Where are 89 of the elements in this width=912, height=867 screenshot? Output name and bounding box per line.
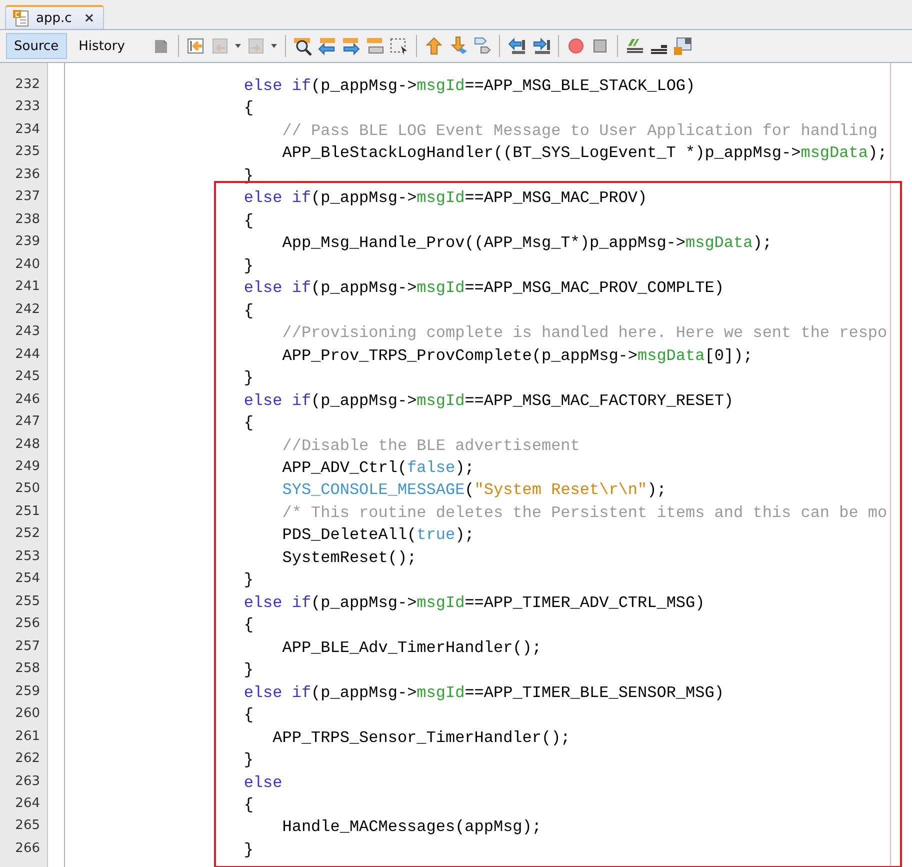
view-tab[interactable]: History	[70, 33, 133, 59]
code-line: //Provisioning complete is handled here. Here we sent the respo	[281, 324, 888, 344]
code-line: else if(p_appMsg->msgId==APP_MSG_BLE_STACK_LOG)	[242, 77, 696, 97]
code-line: }	[242, 256, 254, 277]
line-number: 238	[14, 212, 41, 229]
code-line: }	[242, 840, 254, 861]
line-number: 255	[14, 594, 41, 611]
header-file-icon[interactable]	[672, 36, 693, 56]
code-line: }	[242, 571, 254, 592]
code-line: }	[242, 369, 254, 390]
line-number: 243	[14, 324, 41, 342]
record-icon[interactable]	[566, 36, 586, 56]
view-tab[interactable]: Source	[6, 33, 67, 59]
line-number: 232	[14, 77, 41, 94]
code-line: APP_Prov_TRPS_ProvComplete(p_appMsg->msgData[0]);	[281, 346, 753, 367]
line-number: 253	[14, 548, 41, 566]
arrow-right-icon[interactable]	[340, 36, 361, 56]
line-number: 260	[14, 706, 41, 724]
line-number: 247	[14, 414, 41, 432]
line-number: 234	[14, 122, 41, 139]
code-line: else	[242, 774, 282, 794]
c-file-icon[interactable]	[12, 9, 30, 27]
code-line: APP_BLE_Adv_TimerHandler();	[281, 638, 542, 659]
line-number: 252	[14, 526, 41, 544]
code-line: APP_TRPS_Sensor_TimerHandler();	[272, 728, 570, 749]
code-line: APP_BleStackLogHandler((BT_SYS_LogEvent_T *)p_appMsg->msgData);	[281, 144, 888, 164]
line-number: 246	[14, 392, 41, 409]
search-icon[interactable]	[292, 36, 313, 56]
code-line: {	[242, 706, 254, 726]
code-line: else if(p_appMsg->msgId==APP_MSG_MAC_PROV_COMPLTE)	[242, 279, 724, 300]
line-number: 239	[14, 234, 41, 252]
line-number: 263	[14, 774, 41, 791]
code-line: {	[242, 302, 254, 322]
code-line: SYS_CONSOLE_MESSAGE("System Reset\r\n");	[281, 481, 666, 502]
code-line: {	[242, 212, 254, 232]
line-number: 259	[14, 684, 41, 701]
dropdown-caret-icon[interactable]	[270, 42, 278, 50]
code-line: APP_ADV_Ctrl(false);	[281, 458, 474, 479]
code-line: {	[242, 99, 254, 120]
code-line: Handle_MACMessages(appMsg);	[281, 818, 542, 838]
line-number: 240	[14, 256, 41, 274]
line-number: 264	[14, 796, 41, 813]
code-line: {	[242, 414, 254, 434]
arrow-into-bracket-icon[interactable]	[186, 36, 206, 56]
code-line: }	[242, 751, 254, 772]
line-number: 244	[14, 346, 41, 364]
line-number: 258	[14, 661, 41, 678]
line-number: 249	[14, 458, 41, 476]
line-number: 245	[14, 369, 41, 386]
code-line: // Pass BLE LOG Event Message to User Application for handling	[281, 122, 878, 142]
line-number: 236	[14, 166, 41, 184]
code-line: {	[242, 616, 254, 636]
line-number: 242	[14, 302, 41, 319]
line-number: 251	[14, 504, 41, 521]
line-number: 266	[14, 840, 41, 858]
line-number: 256	[14, 616, 41, 634]
line-number: 241	[14, 279, 41, 296]
stripes-icon[interactable]	[624, 36, 645, 56]
code-line: {	[242, 796, 254, 816]
code-line: else if(p_appMsg->msgId==APP_TIMER_ADV_CTRL_MSG)	[242, 594, 705, 614]
code-line: else if(p_appMsg->msgId==APP_TIMER_BLE_SENSOR_MSG)	[242, 684, 724, 704]
line-number: 248	[14, 436, 41, 454]
code-line: PDS_DeleteAll(true);	[281, 526, 474, 546]
line-number: 265	[14, 818, 41, 836]
code-line: SystemReset();	[281, 548, 417, 569]
selection-cursor-icon[interactable]	[388, 36, 409, 56]
shift-left-icon[interactable]	[506, 36, 527, 56]
line-number: 235	[14, 144, 41, 162]
close-icon[interactable]: ×	[78, 10, 95, 26]
line-number: 257	[14, 638, 41, 656]
line-number: 237	[14, 189, 41, 206]
shapes-icon[interactable]	[472, 36, 492, 56]
arrow-up-icon[interactable]	[424, 36, 444, 56]
line-number: 250	[14, 481, 41, 498]
code-line: App_Msg_Handle_Prov((APP_Msg_T*)p_appMsg->msgData);	[281, 234, 772, 254]
code-line: /* This routine deletes the Persistent items and this can be mo	[281, 504, 888, 524]
arrow-left-icon[interactable]	[316, 36, 337, 56]
code-line: }	[242, 661, 254, 682]
code-line: else if(p_appMsg->msgId==APP_MSG_MAC_PROV)	[242, 189, 648, 210]
dropdown-caret-icon[interactable]	[234, 42, 242, 50]
line-number: 233	[14, 99, 41, 116]
code-line: //Disable the BLE advertisement	[281, 436, 580, 456]
file-tab[interactable]: app.c ×	[5, 5, 104, 29]
line-number: 254	[14, 571, 41, 588]
line-number: 262	[14, 751, 41, 768]
shift-right-icon[interactable]	[530, 36, 551, 56]
line-number: 261	[14, 728, 41, 746]
code-line: else if(p_appMsg->msgId==APP_MSG_MAC_FACTORY_RESET)	[242, 392, 734, 412]
stacked-boxes-icon[interactable]	[364, 36, 385, 56]
